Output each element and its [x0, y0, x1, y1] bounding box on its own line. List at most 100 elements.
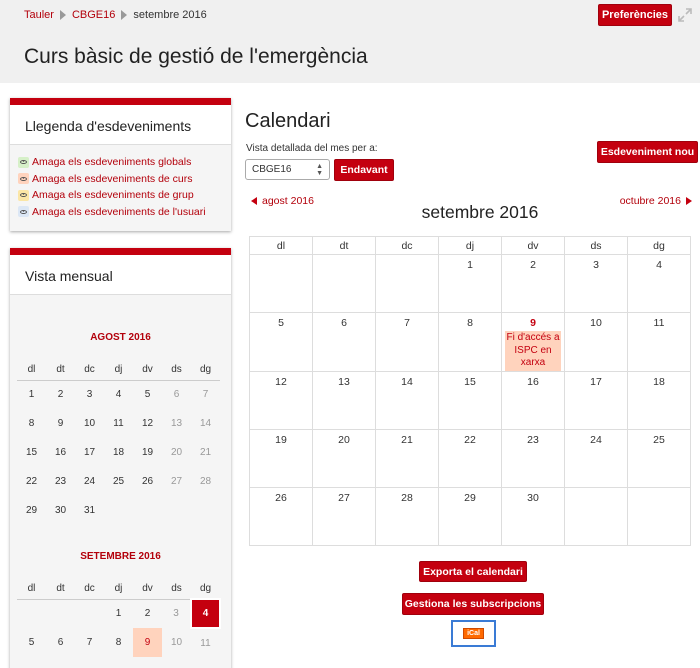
calendar-day[interactable]: 19: [249, 428, 313, 488]
legend-item-group[interactable]: Amaga els esdeveniments de grup: [18, 187, 231, 204]
hide-global-events-link[interactable]: Amaga els esdeveniments globals: [32, 156, 191, 168]
mini-day: 10: [170, 637, 183, 648]
legend-title: Llegenda d'esdeveniments: [10, 105, 231, 145]
calendar-day[interactable]: 24: [564, 428, 628, 488]
monthly-view-block: Vista mensual AGOST 2016 dl dt dc dj dv …: [10, 248, 231, 668]
weekday-header: dv: [133, 579, 162, 600]
calendar-day[interactable]: 13: [312, 370, 376, 430]
calendar-day[interactable]: 15: [438, 370, 502, 430]
mini-day: 7: [202, 389, 209, 401]
legend-item-user[interactable]: Amaga els esdeveniments de l'usuari: [18, 204, 231, 221]
mini-day: 8: [115, 637, 122, 648]
mini-day: 3: [173, 608, 179, 620]
calendar-day[interactable]: 11: [627, 312, 691, 372]
mini-day-today[interactable]: 4: [190, 598, 221, 629]
calendar-day[interactable]: 25: [627, 428, 691, 488]
hide-group-events-link[interactable]: Amaga els esdeveniments de grup: [32, 189, 194, 201]
previous-month-label: agost 2016: [262, 195, 314, 207]
calendar-day[interactable]: 7: [375, 312, 439, 372]
event-entry[interactable]: Fi d'accés a ISPC en xarxa: [505, 331, 561, 371]
calendar-day[interactable]: 20: [312, 428, 376, 488]
breadcrumb-current: setembre 2016: [133, 9, 207, 21]
calendar-day[interactable]: 23: [501, 428, 565, 488]
weekday-header: dt: [46, 579, 75, 600]
go-button[interactable]: Endavant: [334, 159, 394, 181]
calendar-day[interactable]: 14: [375, 370, 439, 430]
hide-course-events-link[interactable]: Amaga els esdeveniments de curs: [32, 173, 193, 185]
calendar-day[interactable]: 10: [564, 312, 628, 372]
mini-day: 1: [28, 389, 35, 401]
next-month-link[interactable]: octubre 2016: [620, 195, 692, 207]
calendar-day[interactable]: 6: [312, 312, 376, 372]
mini-day: 27: [170, 476, 183, 487]
mini-day: 8: [28, 418, 35, 429]
weekday-header: dv: [501, 236, 565, 255]
breadcrumb-course-link[interactable]: CBGE16: [72, 9, 115, 21]
calendar-day[interactable]: 22: [438, 428, 502, 488]
calendar-day-with-event[interactable]: 9 Fi d'accés a ISPC en xarxa: [501, 312, 565, 372]
eye-icon: [18, 206, 29, 218]
breadcrumb-separator-icon: [59, 10, 66, 20]
ical-button[interactable]: iCal: [463, 628, 484, 639]
mini-day: 6: [173, 389, 180, 401]
ical-highlight: iCal: [451, 620, 496, 647]
calendar-day[interactable]: 1: [438, 254, 502, 313]
mini-month-title-august[interactable]: AGOST 2016: [10, 332, 231, 343]
breadcrumb-dashboard-link[interactable]: Tauler: [24, 9, 54, 21]
monthly-view-title: Vista mensual: [10, 255, 231, 295]
calendar-day[interactable]: 26: [249, 486, 313, 546]
calendar-day[interactable]: 16: [501, 370, 565, 430]
expand-icon[interactable]: [677, 7, 693, 23]
calendar-day[interactable]: 2: [501, 254, 565, 313]
calendar-day[interactable]: 21: [375, 428, 439, 488]
mini-day: 20: [170, 447, 183, 458]
mini-month-title-september[interactable]: SETEMBRE 2016: [10, 551, 231, 562]
mini-day: 5: [28, 637, 35, 648]
manage-subscriptions-button[interactable]: Gestiona les subscripcions: [402, 593, 544, 615]
weekday-header: dc: [75, 360, 104, 381]
mini-day: 29: [25, 505, 38, 516]
export-calendar-button[interactable]: Exporta el calendari: [419, 561, 527, 582]
new-event-button[interactable]: Esdeveniment nou: [597, 141, 698, 163]
calendar-day[interactable]: 18: [627, 370, 691, 430]
next-month-label: octubre 2016: [619, 195, 681, 207]
mini-day: [104, 496, 133, 525]
mini-day-event[interactable]: 9: [133, 628, 162, 657]
legend-item-global[interactable]: Amaga els esdeveniments globals: [18, 154, 231, 171]
mini-day: 2: [144, 608, 151, 620]
mini-day: 12: [141, 418, 154, 429]
calendar-day[interactable]: 4: [627, 254, 691, 313]
calendar-day[interactable]: 30: [501, 486, 565, 546]
calendar-day-number[interactable]: 9: [502, 317, 564, 329]
calendar-day[interactable]: 29: [438, 486, 502, 546]
calendar-title: Calendari: [245, 110, 331, 132]
mini-day: 10: [83, 418, 96, 429]
calendar-day[interactable]: 12: [249, 370, 313, 430]
weekday-header: dt: [46, 360, 75, 381]
calendar-day[interactable]: 28: [375, 486, 439, 546]
eye-icon: [18, 173, 29, 185]
mini-day: 5: [144, 389, 151, 401]
hide-user-events-link[interactable]: Amaga els esdeveniments de l'usuari: [32, 206, 206, 218]
event-legend-block: Llegenda d'esdeveniments Amaga els esdev…: [10, 98, 231, 231]
mini-calendar-september: dl dt dc dj dv ds dg 1 2 3 4 5 6 7 8 9 1…: [17, 579, 221, 657]
calendar-day[interactable]: 17: [564, 370, 628, 430]
mini-day: 11: [113, 418, 124, 429]
mini-day: [75, 599, 104, 628]
calendar-day[interactable]: 8: [438, 312, 502, 372]
weekday-header: dj: [104, 360, 133, 381]
mini-day: 23: [54, 476, 67, 487]
breadcrumb-separator-icon: [121, 10, 128, 20]
calendar-day: [564, 486, 628, 546]
eye-icon: [18, 189, 29, 201]
previous-month-link[interactable]: agost 2016: [251, 195, 314, 207]
course-select[interactable]: CBGE16 ▲ ▼: [245, 159, 330, 180]
calendar-day[interactable]: 27: [312, 486, 376, 546]
weekday-header: dc: [75, 579, 104, 600]
calendar-day[interactable]: 3: [564, 254, 628, 313]
mini-day: 30: [54, 505, 67, 516]
preferences-button[interactable]: Preferències: [598, 4, 672, 26]
calendar-day[interactable]: 5: [249, 312, 313, 372]
month-title: setembre 2016: [421, 202, 539, 222]
legend-item-course[interactable]: Amaga els esdeveniments de curs: [18, 171, 231, 188]
